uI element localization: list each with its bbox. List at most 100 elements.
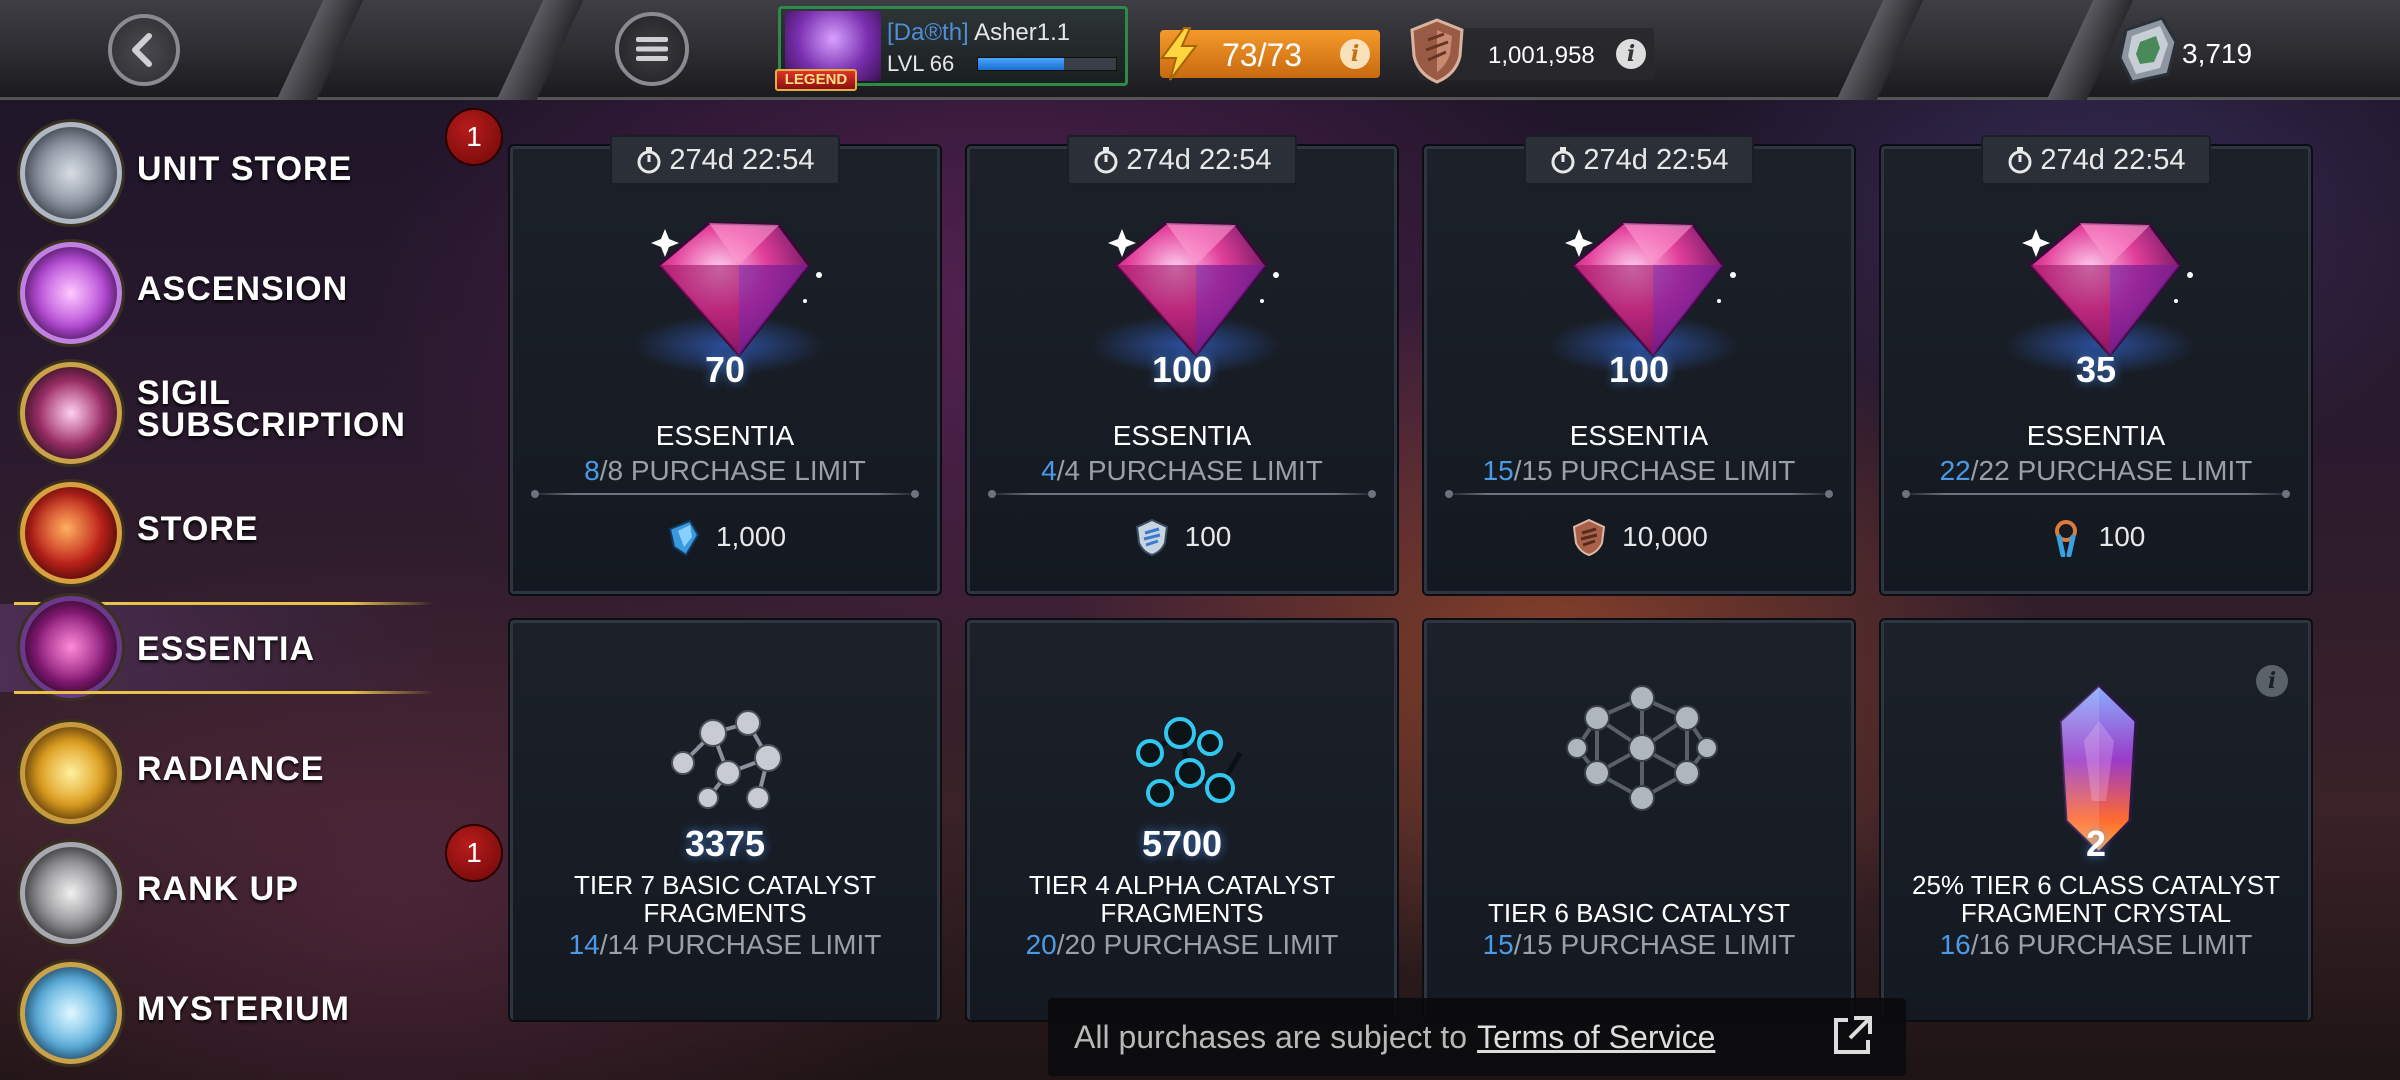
purchase-limit-text: /15 PURCHASE LIMIT [1513,455,1796,486]
offer-card[interactable]: i 2 25% TIER 6 CLASS CATALYST FRAGMENT C… [1881,620,2311,1020]
player-profile[interactable]: LEGEND [Da®th] Asher1.1 LVL 66 [775,6,1128,91]
frame-ornament [1836,0,1924,100]
player-name: [Da®th] Asher1.1 [887,19,1070,47]
sidebar-item-label: MYSTERIUM [137,990,350,1028]
terms-notice: All purchases are subject to [1074,1018,1468,1055]
glory-icon [2054,520,2077,557]
offer-title: TIER 6 BASIC CATALYST [1488,898,1790,928]
battlechips-balance[interactable]: 1,001,958 i [1410,18,1654,84]
offer-card[interactable]: TIER 6 BASIC CATALYST 15/15 PURCHASE LIM… [1424,620,1854,1020]
offer-quantity: 2 [2085,823,2107,864]
sidebar-item-label-line2: SUBSCRIPTION [137,406,406,444]
purchase-limit-current: 22 [1939,455,1971,486]
offer-title-line2: FRAGMENTS [1100,898,1264,928]
sidebar-item-unit-store[interactable]: UNIT STORE [0,114,440,224]
t7-basic-fragments-icon [671,710,782,810]
frame-ornament [276,0,364,100]
t4-alpha-fragments-icon [1136,717,1243,807]
sidebar-item-label: UNIT STORE [137,150,353,188]
price-value: 100 [2098,521,2146,552]
purchase-limit: 14/14 PURCHASE LIMIT [513,929,937,961]
timer-text: 274d 22:54 [669,143,815,176]
sidebar-item-mysterium[interactable]: MYSTERIUM [0,954,440,1064]
store-icon [20,482,122,584]
timer-text: 274d 22:54 [2040,143,2186,176]
offer-title: ESSENTIA [655,420,795,451]
purchase-limit-text: /22 PURCHASE LIMIT [1970,455,2253,486]
offer-card[interactable]: 274d 22:54 100 ESSENTIA 15/15 PURCHASE L… [1424,135,1854,594]
sidebar-item-ascension[interactable]: ASCENSION [0,234,440,344]
units-value: 3,719 [2182,38,2253,69]
xp-progress-bar [977,57,1117,71]
player-name-text: Asher1.1 [974,19,1071,46]
sidebar-item-essentia[interactable]: ESSENTIA [0,596,440,698]
offer-title-line2: FRAGMENTS [643,898,807,928]
offer-timer: 274d 22:54 [610,135,840,185]
notification-badge: 1 [445,824,503,882]
price-value: 10,000 [1622,521,1708,552]
alliance-tag: [Da®th] [887,19,969,46]
divider [531,490,919,498]
chevron-left-icon [132,33,152,67]
frame-ornament [496,0,584,100]
offer-timer: 274d 22:54 [1981,135,2211,185]
purchase-limit: 16/16 PURCHASE LIMIT [1884,929,2308,961]
stopwatch-icon [1094,147,1118,174]
offer-title: 25% TIER 6 CLASS CATALYST [1912,870,2280,900]
rank-up-icon [20,842,122,944]
terms-of-service-link[interactable]: Terms of Service [1477,1019,1715,1056]
purchase-limit: 20/20 PURCHASE LIMIT [970,929,1394,961]
sidebar-item-label: ESSENTIA [137,630,316,668]
price-button[interactable]: 100 [1884,517,2308,557]
price-button[interactable]: 10,000 [1427,517,1851,557]
price-button[interactable]: 100 [970,517,1394,557]
offer-quantity: 100 [1608,349,1670,390]
battlechips-value: 1,001,958 [1488,42,1595,69]
offer-quantity: 5700 [1141,823,1223,864]
timer-text: 274d 22:54 [1126,143,1272,176]
offer-title: ESSENTIA [2026,420,2166,451]
offer-timer: 274d 22:54 [1524,135,1754,185]
offer-card[interactable]: 3375 TIER 7 BASIC CATALYST FRAGMENTS 14/… [510,620,940,1020]
divider [1902,490,2290,498]
purchase-limit: 4/4 PURCHASE LIMIT [970,455,1394,487]
store-sidebar: UNIT STORE ASCENSION SIGIL SUBSCRIPTION … [0,104,470,1080]
external-link-icon[interactable] [1828,1012,1876,1060]
price-button[interactable]: 1,000 [513,517,937,557]
price-value: 100 [1184,521,1232,552]
offer-title: ESSENTIA [1112,420,1252,451]
price-value: 1,000 [715,521,787,552]
info-icon[interactable]: i [2256,665,2288,697]
offer-quantity: 70 [704,349,746,390]
offer-card[interactable]: 274d 22:54 35 ESSENTIA 22/22 PURCHASE LI… [1881,135,2311,594]
offer-timer: 274d 22:54 [1067,135,1297,185]
offer-card[interactable]: 274d 22:54 70 ESSENTIA 8/8 PURCHASE LIMI… [510,135,940,594]
offer-title-line2: FRAGMENT CRYSTAL [1960,898,2232,928]
sigil-icon [20,362,122,464]
offer-title: TIER 4 ALPHA CATALYST [1028,870,1336,900]
purchase-limit-current: 14 [568,929,600,960]
info-icon[interactable]: i [1340,39,1370,69]
offer-title: TIER 7 BASIC CATALYST [574,870,876,900]
menu-button[interactable] [615,12,689,86]
info-icon[interactable]: i [1616,39,1646,69]
offer-card[interactable]: 274d 22:54 100 ESSENTIA 4/4 PURCHASE LIM… [967,135,1397,594]
offer-card[interactable]: 5700 TIER 4 ALPHA CATALYST FRAGMENTS 20/… [967,620,1397,1020]
sidebar-item-store[interactable]: STORE [0,474,440,584]
timer-text: 274d 22:54 [1583,143,1729,176]
back-button[interactable] [108,14,180,86]
sidebar-item-sigil-subscription[interactable]: SIGIL SUBSCRIPTION [0,354,440,464]
rank-tag: LEGEND [775,69,857,91]
divider [1445,490,1833,498]
purchase-limit: 15/15 PURCHASE LIMIT [1427,929,1851,961]
purchase-limit-current: 15 [1482,929,1514,960]
energy-value: 73/73 [1222,37,1303,73]
essentia-icon [20,596,122,698]
mysterium-icon [20,962,122,1064]
sidebar-item-radiance[interactable]: RADIANCE [0,714,440,824]
energy-meter[interactable]: 73/73 i [1160,27,1380,81]
sidebar-item-rank-up[interactable]: RANK UP [0,834,440,944]
units-balance[interactable]: 3,719 [2110,8,2400,92]
stopwatch-icon [2008,147,2032,174]
offer-title: ESSENTIA [1569,420,1709,451]
